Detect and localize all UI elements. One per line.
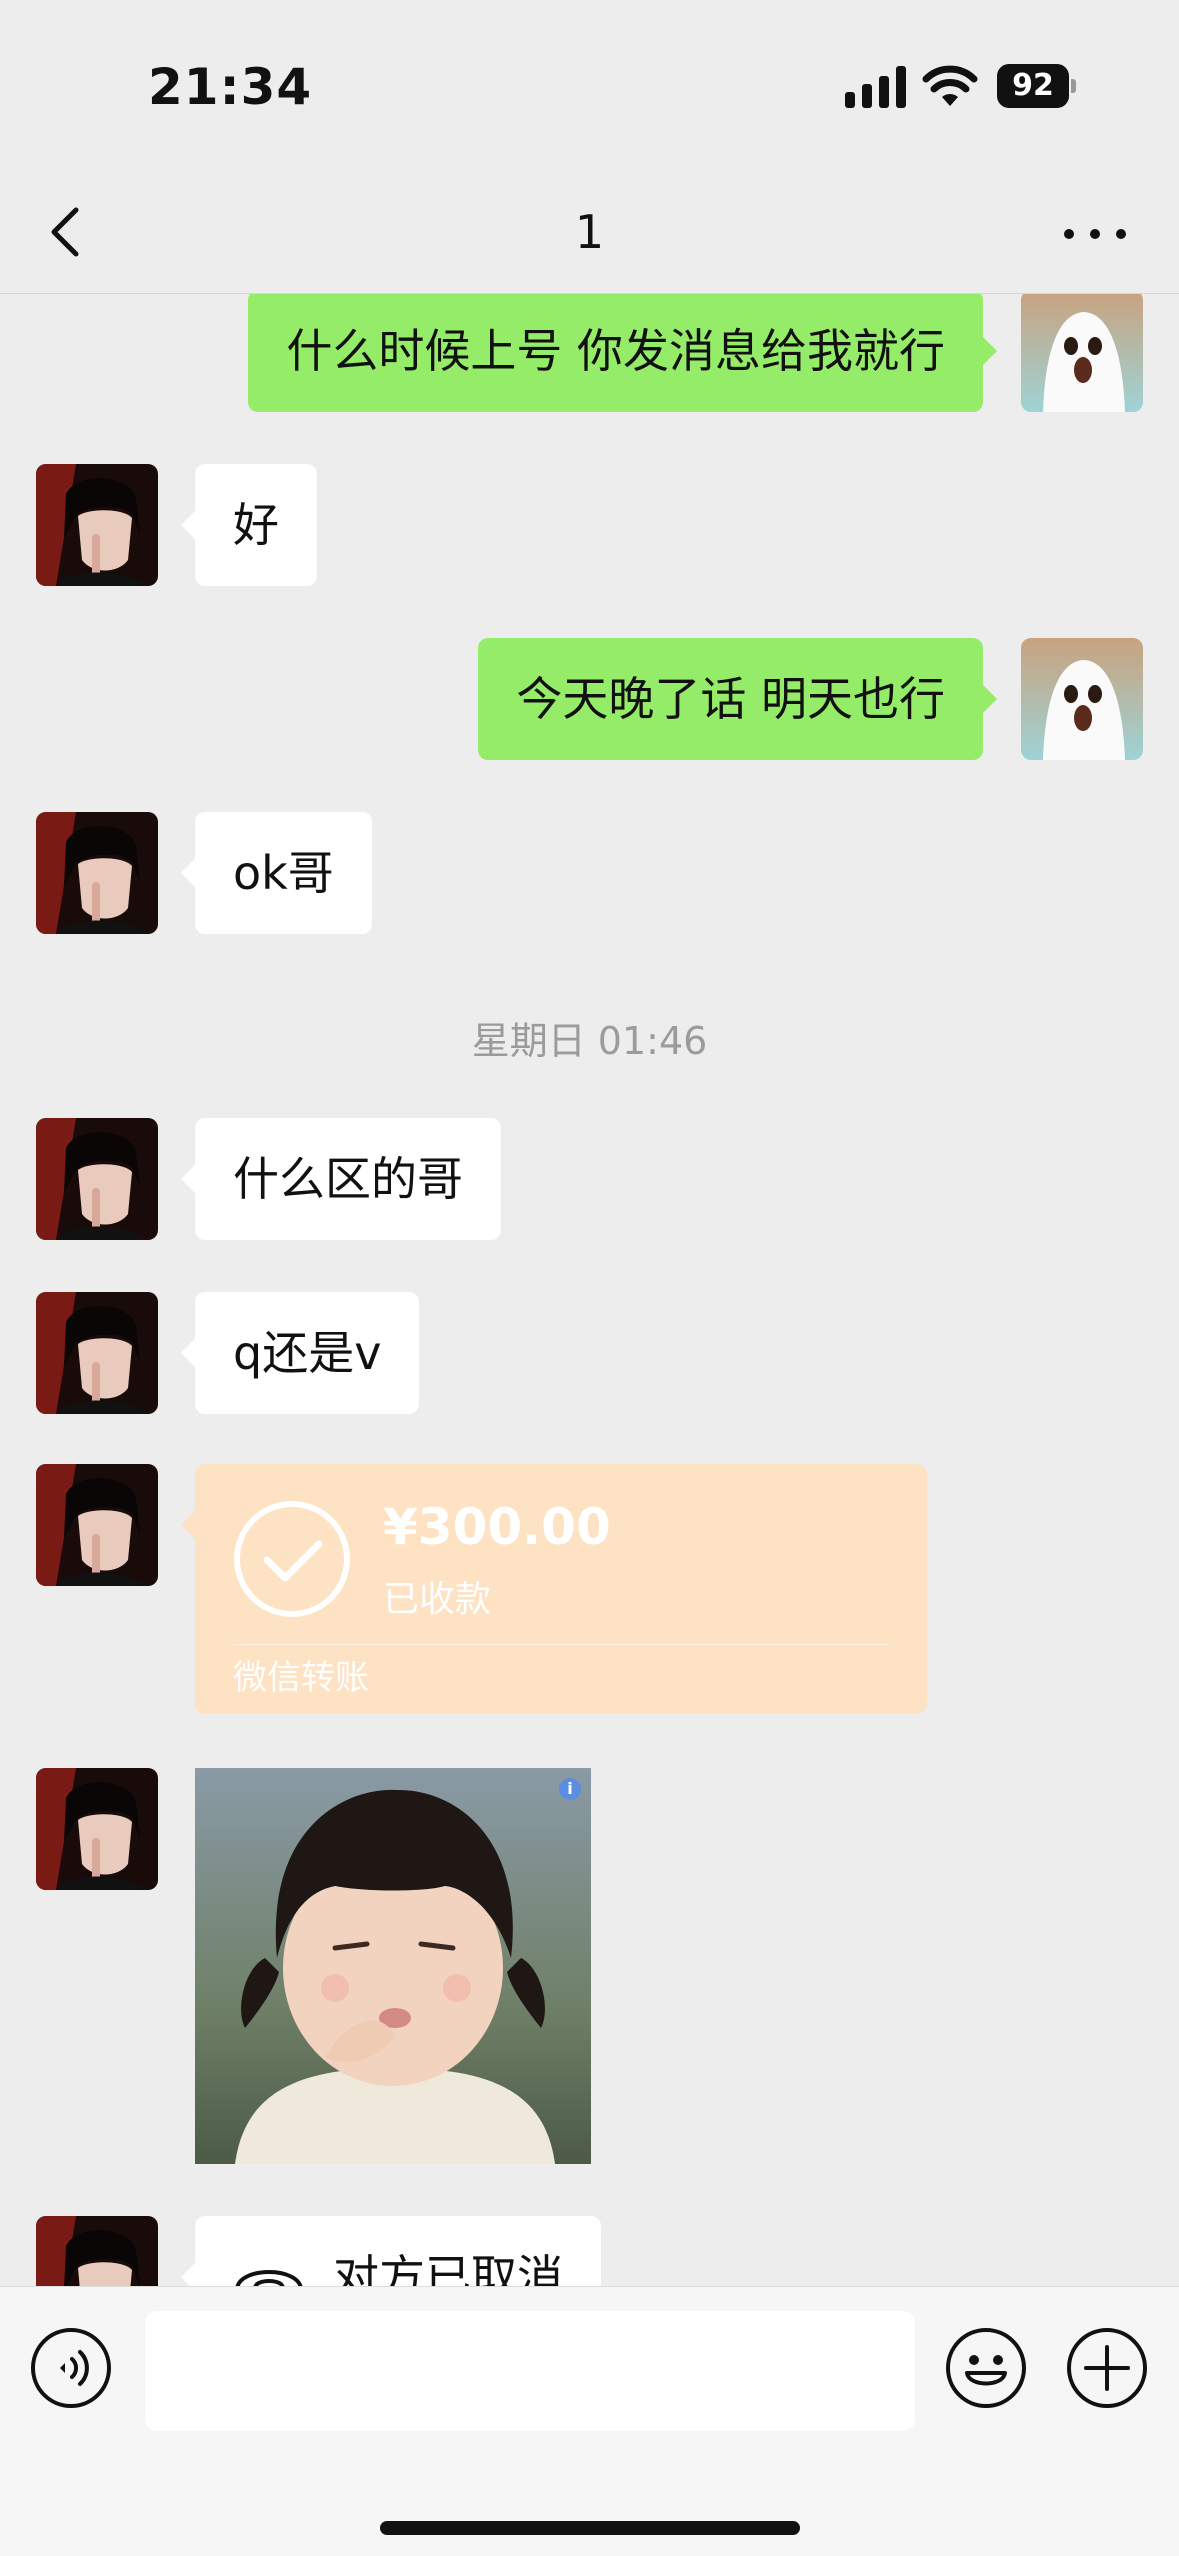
status-bar: 21:34 92 (0, 0, 1179, 170)
incoming-message-bubble[interactable]: 什么区的哥 (181, 1118, 501, 1240)
status-time: 21:34 (148, 58, 313, 116)
transfer-status: 已收款 (383, 1579, 492, 1620)
incoming-message-bubble[interactable]: ok哥 (181, 812, 372, 934)
checkmark-circle-icon (234, 1501, 350, 1617)
transfer-card[interactable]: ¥300.00 已收款 微信转账 (181, 1464, 927, 1714)
message-input[interactable] (145, 2311, 915, 2431)
phone-icon (235, 2270, 303, 2286)
outgoing-message-bubble[interactable]: 什么时候上号 你发消息给我就行 (248, 294, 997, 412)
contact-avatar[interactable] (36, 2216, 158, 2286)
battery-level: 92 (997, 64, 1069, 108)
voice-input-icon[interactable] (30, 2327, 112, 2409)
transfer-divider (233, 1644, 889, 1645)
contact-avatar[interactable] (36, 1768, 158, 1890)
battery-icon: 92 (997, 64, 1076, 108)
message-list[interactable]: 什么时候上号 你发消息给我就行 好 今天晚了话 明天也行 ok哥 星期日 01:… (0, 294, 1179, 2286)
contact-avatar[interactable] (36, 1464, 158, 1586)
incoming-message-bubble[interactable]: q还是v (180, 1292, 420, 1414)
incoming-message-bubble[interactable]: 好 (181, 464, 317, 586)
message-timestamp: 星期日 01:46 (471, 1019, 708, 1063)
call-status-text: 对方已取消 (333, 2250, 563, 2286)
contact-avatar[interactable] (36, 1118, 158, 1240)
my-avatar[interactable] (1021, 294, 1143, 412)
more-options-icon[interactable] (1060, 200, 1130, 264)
transfer-label: 微信转账 (233, 1658, 369, 1698)
call-message-bubble[interactable]: 对方已取消 (181, 2216, 601, 2286)
contact-avatar[interactable] (36, 812, 158, 934)
transfer-amount: ¥300.00 (383, 1498, 611, 1556)
outgoing-message-bubble[interactable]: 今天晚了话 明天也行 (478, 638, 997, 760)
cellular-signal-icon (845, 66, 907, 108)
home-indicator[interactable] (380, 2521, 800, 2535)
emoji-icon[interactable] (945, 2327, 1027, 2409)
input-bar (0, 2286, 1179, 2556)
chat-header: 1 (0, 170, 1179, 294)
back-chevron-icon[interactable] (40, 200, 100, 264)
sticker-image[interactable]: i (195, 1768, 591, 2164)
contact-avatar[interactable] (36, 1292, 158, 1414)
info-icon[interactable]: i (559, 1778, 581, 1800)
contact-avatar[interactable] (36, 464, 158, 586)
chat-title: 1 (574, 205, 605, 259)
my-avatar[interactable] (1021, 638, 1143, 760)
add-attachment-icon[interactable] (1066, 2327, 1148, 2409)
wifi-icon (922, 65, 978, 106)
